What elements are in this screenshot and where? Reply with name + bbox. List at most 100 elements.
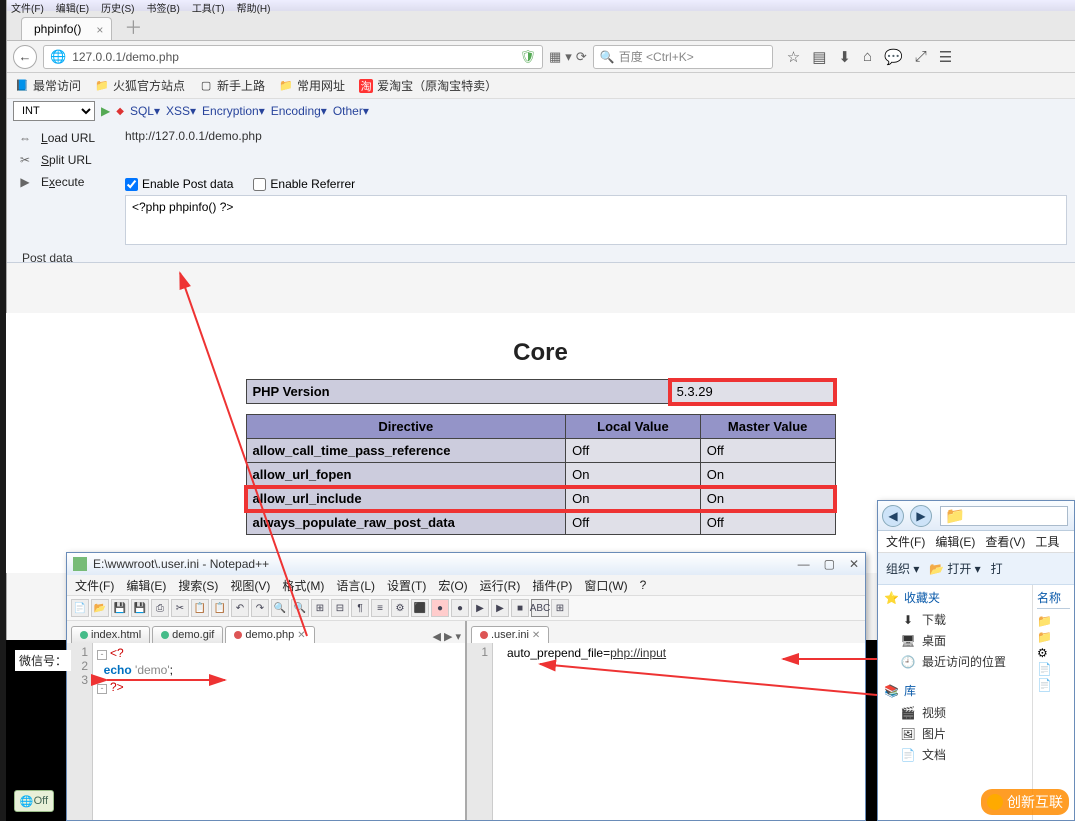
editor-pane-left: index.html demo.gif demo.php✕ ◀ ▶ ▾ 123 … xyxy=(67,621,467,820)
close-icon[interactable]: × xyxy=(96,23,103,37)
col-master: Master Value xyxy=(700,415,835,439)
hackbar-menu-xss[interactable]: XSS▾ xyxy=(166,104,196,118)
bookmark-item[interactable]: 📘最常访问 xyxy=(15,77,81,94)
notepad-menubar[interactable]: 文件(F)编辑(E)搜索(S)视图(V)格式(M)语言(L)设置(T)宏(O)运… xyxy=(67,575,865,595)
sidebar-item[interactable]: 🎬视频 xyxy=(884,702,1026,723)
video-icon: 🎬 xyxy=(900,706,916,720)
explorer-window: ◀ ▶ 📁 文件(F)编辑(E)查看(V)工具 组织 ▾ 📂 打开 ▾ 打 ⭐ … xyxy=(877,500,1075,821)
shield-icon: 🛡 xyxy=(519,49,536,65)
new-tab-button[interactable]: ＋ xyxy=(116,14,150,40)
editor-tab[interactable]: demo.gif xyxy=(152,626,223,643)
save-icon[interactable]: 💾 xyxy=(111,599,129,617)
document-icon: 📄 xyxy=(900,748,916,762)
col-directive: Directive xyxy=(246,415,566,439)
explorer-nav: ◀ ▶ 📁 xyxy=(878,501,1074,531)
bookmark-item[interactable]: ▢新手上路 xyxy=(199,77,265,94)
sidebar-item[interactable]: 🕘最近访问的位置 xyxy=(884,651,1026,672)
editor-tab[interactable]: index.html xyxy=(71,626,150,643)
menu-icon[interactable]: ☰ xyxy=(939,48,952,66)
watermark-icon xyxy=(987,794,1003,810)
notepad-title: E:\wwwroot\.user.ini - Notepad++ xyxy=(93,557,269,571)
split-url-button[interactable]: ✂Split URL xyxy=(7,149,117,171)
favorites-header[interactable]: ⭐ 收藏夹 xyxy=(884,589,1026,606)
hackbar-panel: INT ▶ ◆ SQL▾ XSS▾ Encryption▾ Encoding▾ … xyxy=(7,99,1075,263)
hackbar-menu-encryption[interactable]: Encryption▾ xyxy=(202,104,265,118)
desktop-icon: 🖥 xyxy=(900,634,916,648)
search-icon: 🔍 xyxy=(600,50,615,64)
star-icon[interactable]: ☆ xyxy=(787,48,800,66)
hackbar-menu-other[interactable]: Other▾ xyxy=(333,104,369,118)
browser-menubar[interactable]: 文件(F)编辑(E)历史(S)书签(B)工具(T)帮助(H) xyxy=(7,0,1075,11)
path-input[interactable]: 📁 xyxy=(940,506,1068,526)
col-local: Local Value xyxy=(566,415,701,439)
maximize-icon[interactable]: ▢ xyxy=(824,557,835,571)
url-input[interactable]: 🌐 127.0.0.1/demo.php 🛡 xyxy=(43,45,543,69)
search-input[interactable]: 🔍 百度 <Ctrl+K> xyxy=(593,45,773,69)
browser-tab[interactable]: phpinfo() × xyxy=(21,17,112,40)
chat-icon[interactable]: 💬 xyxy=(884,48,903,66)
core-heading: Core xyxy=(6,313,1075,379)
open-button[interactable]: 📂 打开 ▾ xyxy=(929,560,980,577)
sidebar-item[interactable]: 📄文档 xyxy=(884,744,1026,765)
organize-button[interactable]: 组织 ▾ xyxy=(886,560,919,577)
highlighted-row: allow_url_includeOnOn xyxy=(246,487,835,511)
enable-post-checkbox[interactable]: Enable Post data xyxy=(125,177,233,191)
run-icon[interactable]: ▶ xyxy=(101,104,110,118)
enable-referrer-checkbox[interactable]: Enable Referrer xyxy=(253,177,355,191)
notepad-window: E:\wwwroot\.user.ini - Notepad++ — ▢ ✕ 文… xyxy=(66,552,866,821)
forward-button[interactable]: ▶ xyxy=(910,505,932,527)
hackbar-menu-sql[interactable]: SQL▾ xyxy=(130,104,160,118)
reload-icon[interactable]: ⟳ xyxy=(576,49,587,65)
execute-button[interactable]: ▶Execute xyxy=(7,171,117,193)
sidebar-item[interactable]: ⬇下载 xyxy=(884,609,1026,630)
watermark: 创新互联 xyxy=(981,789,1069,815)
post-data-label: Post data xyxy=(22,251,73,265)
sidebar-icon[interactable]: ▤ xyxy=(812,48,826,66)
notepadpp-icon xyxy=(73,557,87,571)
new-file-icon[interactable]: 📄 xyxy=(71,599,89,617)
download-icon[interactable]: ⬇ xyxy=(838,48,851,66)
bookmarks-bar: 📘最常访问 📁火狐官方站点 ▢新手上路 📁常用网址 淘爱淘宝（原淘宝特卖） xyxy=(7,73,1075,99)
editor-tab-active[interactable]: demo.php✕ xyxy=(225,626,314,643)
close-tab-icon[interactable]: ✕ xyxy=(532,630,540,641)
save-all-icon[interactable]: 💾 xyxy=(131,599,149,617)
dropdown-icon[interactable]: ▾ xyxy=(565,49,572,65)
int-select[interactable]: INT xyxy=(13,101,95,121)
close-icon[interactable]: ✕ xyxy=(849,557,859,571)
back-button[interactable]: ◀ xyxy=(882,505,904,527)
loadurl-display[interactable]: http://127.0.0.1/demo.php xyxy=(125,127,1067,173)
libraries-header[interactable]: 📚 库 xyxy=(884,682,1026,699)
code-editor-left[interactable]: 123 -<? echo 'demo'; -?> xyxy=(67,643,465,820)
column-header-name[interactable]: 名称 xyxy=(1037,589,1070,609)
explorer-menubar[interactable]: 文件(F)编辑(E)查看(V)工具 xyxy=(878,531,1074,553)
editor-tab-active[interactable]: .user.ini✕ xyxy=(471,626,549,643)
notepad-toolbar[interactable]: 📄📂💾💾⎙✂📋📋↶↷🔍🔍⊞⊟¶≡⚙⬛●●▶▶■ABC⊞ xyxy=(67,595,865,621)
sidebar-item[interactable]: 🖥桌面 xyxy=(884,630,1026,651)
hackbar-menu-encoding[interactable]: Encoding▾ xyxy=(271,104,327,118)
editor-pane-right: .user.ini✕ 1 auto_prepend_file=php://inp… xyxy=(467,621,865,820)
notepad-titlebar[interactable]: E:\wwwroot\.user.ini - Notepad++ — ▢ ✕ xyxy=(67,553,865,575)
grid-icon[interactable]: ▦ xyxy=(549,49,561,65)
minimize-icon[interactable]: — xyxy=(798,557,810,571)
address-bar: ← 🌐 127.0.0.1/demo.php 🛡 ▦ ▾ ⟳ 🔍 百度 <Ctr… xyxy=(7,41,1075,73)
print-button[interactable]: 打 xyxy=(991,560,1003,577)
code-editor-right[interactable]: 1 auto_prepend_file=php://input xyxy=(467,643,865,820)
bookmark-item[interactable]: 📁火狐官方站点 xyxy=(95,77,185,94)
close-tab-icon[interactable]: ✕ xyxy=(297,630,305,641)
taskbar-icon[interactable]: 🌐 Off xyxy=(14,790,54,812)
wechat-label: 微信号： xyxy=(15,650,71,671)
open-icon[interactable]: 📂 xyxy=(91,599,109,617)
load-url-button[interactable]: ⇔Load URL xyxy=(7,127,117,149)
explorer-content[interactable]: 名称 📁 📁 ⚙ 📄 📄 xyxy=(1033,585,1074,820)
expand-icon[interactable]: ⤢ xyxy=(915,48,927,65)
back-button[interactable]: ← xyxy=(13,45,37,69)
home-icon[interactable]: ⌂ xyxy=(863,48,872,65)
tab-nav[interactable]: ◀ ▶ ▾ xyxy=(432,630,461,643)
download-icon: ⬇ xyxy=(900,613,916,627)
bookmark-item[interactable]: 📁常用网址 xyxy=(279,77,345,94)
sidebar-item[interactable]: 🖼图片 xyxy=(884,723,1026,744)
globe-icon: 🌐 xyxy=(50,49,66,65)
stop-icon[interactable]: ◆ xyxy=(116,106,124,117)
post-data-input[interactable] xyxy=(125,195,1067,245)
bookmark-item[interactable]: 淘爱淘宝（原淘宝特卖） xyxy=(359,77,497,94)
